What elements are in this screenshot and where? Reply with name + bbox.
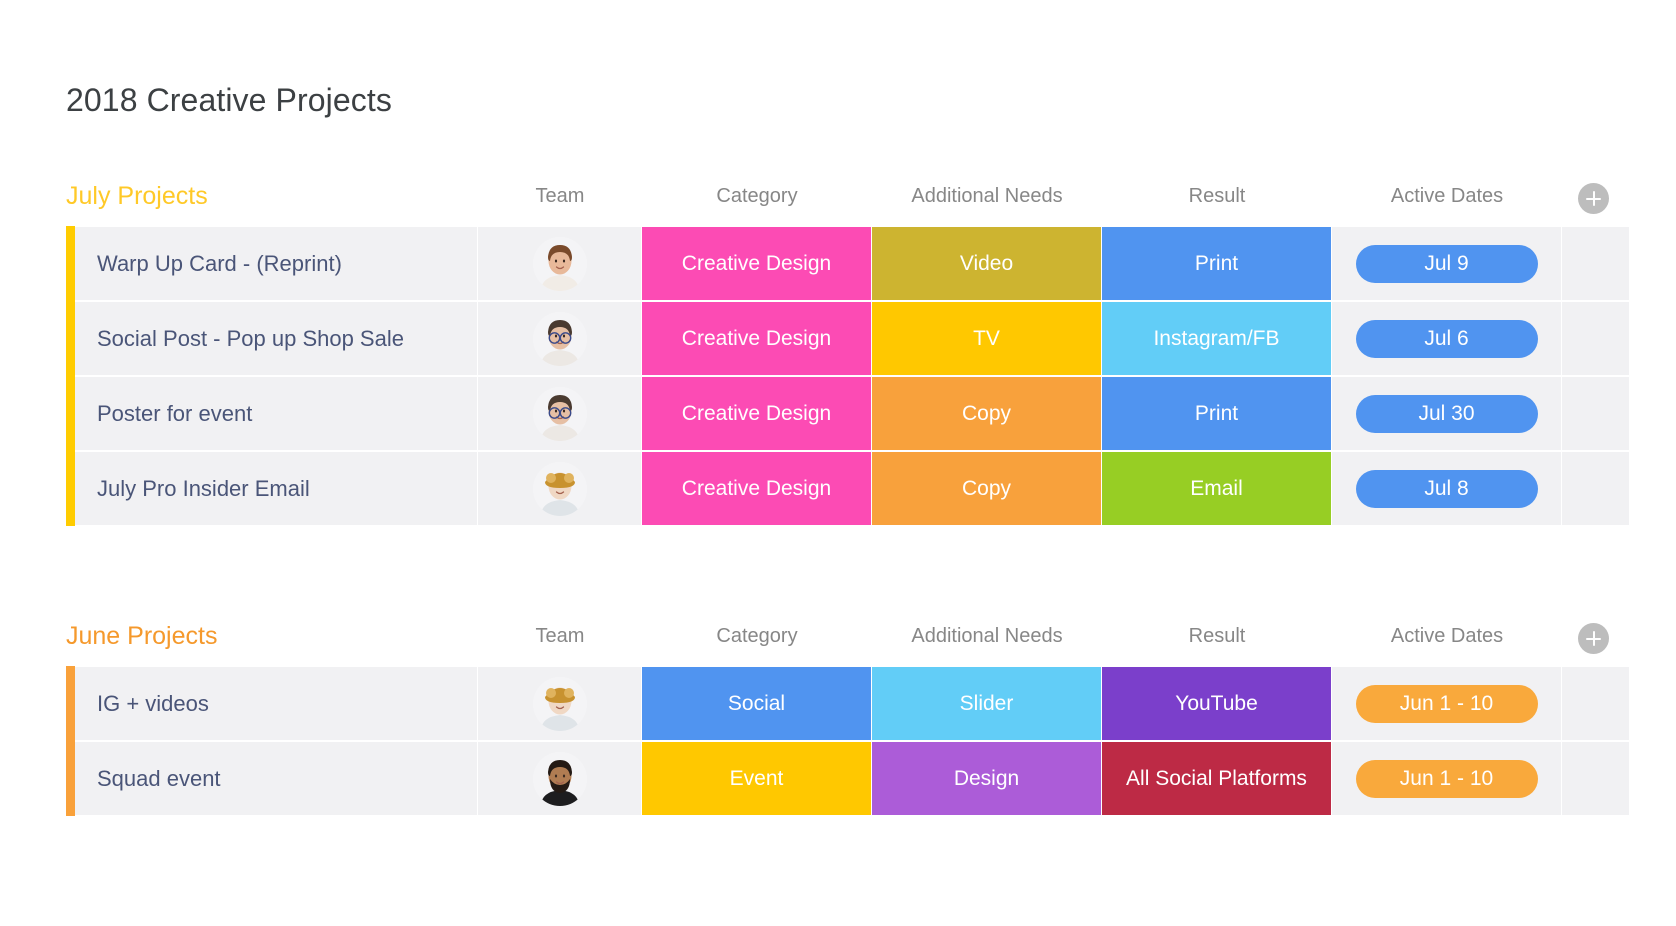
team-cell[interactable] — [478, 376, 642, 451]
additional-needs-cell[interactable]: Video — [872, 226, 1102, 301]
table-row[interactable]: Social Post - Pop up Shop Sale Creative D… — [66, 301, 1609, 376]
row-accent-bar — [66, 451, 75, 526]
active-dates-cell[interactable]: Jul 30 — [1332, 376, 1562, 451]
avatar-person-animal-hat — [533, 462, 587, 516]
empty-trailing-cell — [1562, 226, 1629, 301]
project-name-cell[interactable]: Squad event — [75, 741, 478, 816]
row-accent-bar — [66, 376, 75, 451]
section-header-june: June Projects Team Category Additional N… — [66, 618, 1609, 666]
row-accent-bar — [66, 666, 75, 741]
project-name-cell[interactable]: Social Post - Pop up Shop Sale — [75, 301, 478, 376]
column-header-team: Team — [478, 178, 642, 214]
column-header-active-dates: Active Dates — [1332, 178, 1562, 214]
empty-trailing-cell — [1562, 376, 1629, 451]
project-board-page: 2018 Creative Projects July Projects Tea… — [0, 0, 1676, 926]
team-cell[interactable] — [478, 666, 642, 741]
row-accent-bar — [66, 226, 75, 301]
category-cell[interactable]: Creative Design — [642, 301, 872, 376]
empty-trailing-cell — [1562, 451, 1629, 526]
team-cell[interactable] — [478, 226, 642, 301]
project-name-cell[interactable]: Poster for event — [75, 376, 478, 451]
row-accent-bar — [66, 301, 75, 376]
empty-trailing-cell — [1562, 741, 1629, 816]
additional-needs-cell[interactable]: Slider — [872, 666, 1102, 741]
column-header-category: Category — [642, 618, 872, 654]
team-cell[interactable] — [478, 741, 642, 816]
table-row[interactable]: July Pro Insider Email Creative DesignCop… — [66, 451, 1609, 526]
category-cell[interactable]: Event — [642, 741, 872, 816]
date-pill[interactable]: Jun 1 - 10 — [1356, 760, 1538, 798]
category-cell[interactable]: Creative Design — [642, 226, 872, 301]
result-cell[interactable]: Print — [1102, 226, 1332, 301]
empty-trailing-cell — [1562, 301, 1629, 376]
result-cell[interactable]: Print — [1102, 376, 1332, 451]
category-cell[interactable]: Creative Design — [642, 451, 872, 526]
column-header-additional-needs: Additional Needs — [872, 618, 1102, 654]
additional-needs-cell[interactable]: Copy — [872, 376, 1102, 451]
section-title-june: June Projects — [66, 618, 217, 654]
date-pill[interactable]: Jun 1 - 10 — [1356, 685, 1538, 723]
column-header-team: Team — [478, 618, 642, 654]
team-cell[interactable] — [478, 451, 642, 526]
section-title-july: July Projects — [66, 178, 208, 214]
section-june: June Projects Team Category Additional N… — [66, 618, 1609, 816]
project-name-cell[interactable]: Warp Up Card - (Reprint) — [75, 226, 478, 301]
result-cell[interactable]: YouTube — [1102, 666, 1332, 741]
category-cell[interactable]: Social — [642, 666, 872, 741]
active-dates-cell[interactable]: Jun 1 - 10 — [1332, 741, 1562, 816]
result-cell[interactable]: All Social Platforms — [1102, 741, 1332, 816]
column-header-active-dates: Active Dates — [1332, 618, 1562, 654]
additional-needs-cell[interactable]: Design — [872, 741, 1102, 816]
table-row[interactable]: Poster for event Creative DesignCopyPrint… — [66, 376, 1609, 451]
section-header-july: July Projects Team Category Additional N… — [66, 178, 1609, 226]
column-header-result: Result — [1102, 178, 1332, 214]
table-row[interactable]: Warp Up Card - (Reprint) Creative DesignV… — [66, 226, 1609, 301]
table-july: Warp Up Card - (Reprint)Creative DesignV… — [66, 226, 1609, 526]
date-pill[interactable]: Jul 6 — [1356, 320, 1538, 358]
team-cell[interactable] — [478, 301, 642, 376]
avatar-woman-glasses — [533, 387, 587, 441]
date-pill[interactable]: Jul 8 — [1356, 470, 1538, 508]
date-pill[interactable]: Jul 9 — [1356, 245, 1538, 283]
section-july: July Projects Team Category Additional N… — [66, 178, 1609, 526]
add-row-button-june[interactable] — [1578, 623, 1609, 654]
additional-needs-cell[interactable]: Copy — [872, 451, 1102, 526]
table-june: IG + videos SocialSliderYouTube Jun 1 - 10… — [66, 666, 1609, 816]
add-row-button-july[interactable] — [1578, 183, 1609, 214]
project-name-cell[interactable]: IG + videos — [75, 666, 478, 741]
column-header-result: Result — [1102, 618, 1332, 654]
result-cell[interactable]: Instagram/FB — [1102, 301, 1332, 376]
row-accent-bar — [66, 741, 75, 816]
avatar-person-animal-hat — [533, 677, 587, 731]
table-row[interactable]: IG + videos SocialSliderYouTube Jun 1 - 10 — [66, 666, 1609, 741]
active-dates-cell[interactable]: Jul 8 — [1332, 451, 1562, 526]
avatar-man-beard — [533, 752, 587, 806]
column-header-category: Category — [642, 178, 872, 214]
page-title: 2018 Creative Projects — [66, 82, 392, 119]
active-dates-cell[interactable]: Jun 1 - 10 — [1332, 666, 1562, 741]
result-cell[interactable]: Email — [1102, 451, 1332, 526]
empty-trailing-cell — [1562, 666, 1629, 741]
category-cell[interactable]: Creative Design — [642, 376, 872, 451]
additional-needs-cell[interactable]: TV — [872, 301, 1102, 376]
avatar-woman-glasses — [533, 312, 587, 366]
date-pill[interactable]: Jul 30 — [1356, 395, 1538, 433]
project-name-cell[interactable]: July Pro Insider Email — [75, 451, 478, 526]
column-header-additional-needs: Additional Needs — [872, 178, 1102, 214]
active-dates-cell[interactable]: Jul 9 — [1332, 226, 1562, 301]
active-dates-cell[interactable]: Jul 6 — [1332, 301, 1562, 376]
table-row[interactable]: Squad event EventDesignAll Social Platfor… — [66, 741, 1609, 816]
avatar-woman-brown-hair — [533, 237, 587, 291]
